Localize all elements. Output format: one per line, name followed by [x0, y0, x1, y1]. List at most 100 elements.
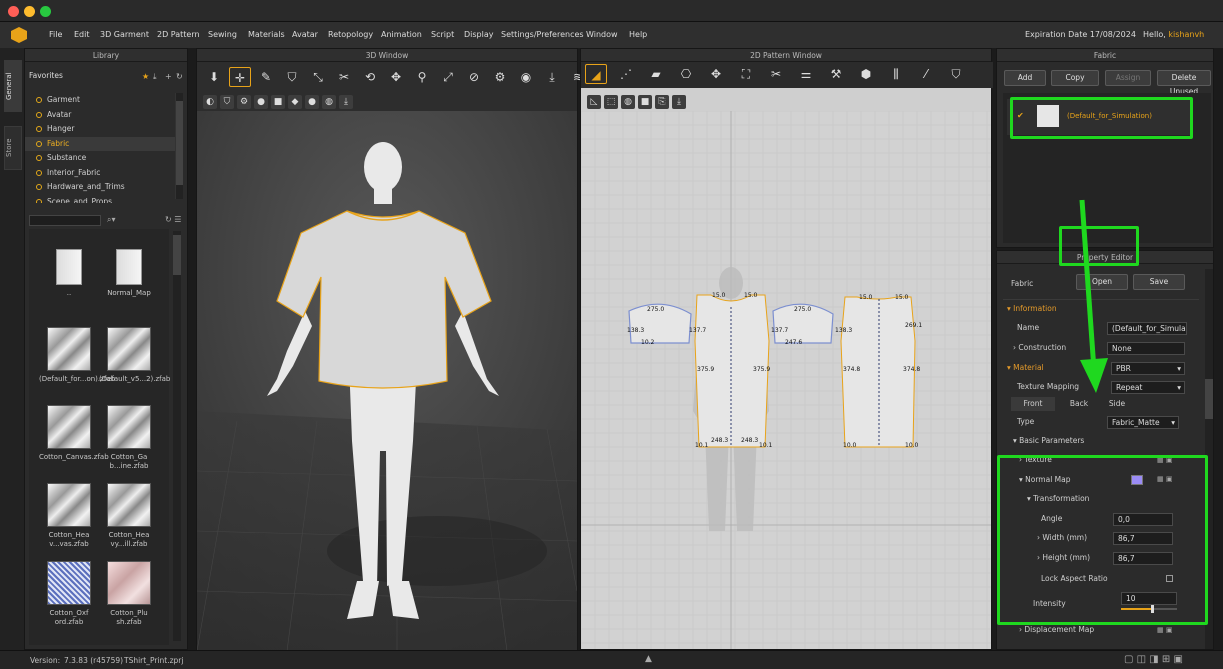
menu-window[interactable]: Window	[586, 22, 618, 48]
2d-tool-9-icon[interactable]: ⬢	[855, 64, 877, 84]
2d-tool-1-icon[interactable]: ⋰	[615, 64, 637, 84]
3d-sub-tool-3-icon[interactable]: ●	[254, 95, 268, 109]
2d-sub-tool-1-icon[interactable]: ⬚	[604, 95, 618, 109]
menu-2d-pattern[interactable]: 2D Pattern	[157, 22, 200, 48]
favorite-star-icon[interactable]: ★	[142, 72, 149, 81]
3d-sub-tool-1-icon[interactable]: ⛉	[220, 95, 234, 109]
layout-icons[interactable]: ▢ ◫ ◨ ⊞ ▣	[1124, 654, 1183, 665]
assign-button[interactable]: Assign	[1105, 70, 1151, 86]
3d-tool-5-icon[interactable]: ✂	[333, 67, 355, 87]
menu-3d-garment[interactable]: 3D Garment	[100, 22, 149, 48]
files-scrollbar[interactable]	[173, 231, 181, 641]
3d-tool-4-icon[interactable]: ⤡	[307, 67, 329, 87]
download-icon[interactable]: ⤓	[153, 72, 157, 82]
library-file-item[interactable]: Cotton_Hea v...vas.zfab	[39, 483, 99, 549]
construction-row[interactable]: › Construction	[1013, 338, 1066, 357]
menu-display[interactable]: Display	[464, 22, 494, 48]
2d-tool-6-icon[interactable]: ✂	[765, 64, 787, 84]
3d-tool-7-icon[interactable]: ✥	[385, 67, 407, 87]
library-file-item[interactable]: Normal_Map	[99, 249, 159, 298]
username[interactable]: kishanvh	[1168, 30, 1204, 39]
2d-tool-2-icon[interactable]: ▰	[645, 64, 667, 84]
viewport-3d[interactable]	[197, 111, 577, 651]
delete-unused-button[interactable]: Delete Unused	[1157, 70, 1211, 96]
2d-sub-tool-5-icon[interactable]: ⤓	[672, 95, 686, 109]
3d-tool-2-icon[interactable]: ✎	[255, 67, 277, 87]
copy-button[interactable]: Copy	[1051, 70, 1099, 86]
library-file-item[interactable]: Cotton_Hea vy...ill.zfab	[99, 483, 159, 549]
material-section[interactable]: ▾ Material	[1007, 358, 1044, 377]
tab-front[interactable]: Front	[1011, 397, 1055, 411]
tree-item-fabric[interactable]: Fabric	[25, 136, 175, 151]
menu-settings-preferences[interactable]: Settings/Preferences	[501, 22, 584, 48]
2d-sub-tool-2-icon[interactable]: ◍	[621, 95, 635, 109]
tab-side[interactable]: Side	[1095, 397, 1139, 411]
tree-item-scene-and-props[interactable]: Scene_and_Props	[25, 195, 175, 203]
3d-tool-1-icon[interactable]: ✛	[229, 67, 251, 87]
material-type-select[interactable]: PBR ▾	[1111, 362, 1185, 375]
minimize-window-button[interactable]	[24, 6, 35, 17]
refresh-list-icon[interactable]: ↻ ☰	[165, 215, 181, 224]
3d-sub-tool-8-icon[interactable]: ⤓	[339, 95, 353, 109]
2d-tool-12-icon[interactable]: ⛉	[945, 64, 967, 84]
menu-help[interactable]: Help	[629, 22, 647, 48]
2d-tool-8-icon[interactable]: ⚒	[825, 64, 847, 84]
library-file-item[interactable]: ..	[39, 249, 99, 298]
search-icon[interactable]: ⌕▾	[107, 215, 116, 225]
expand-up-icon[interactable]: ▲	[645, 654, 652, 664]
library-file-item[interactable]: Cotton_Oxf ord.zfab	[39, 561, 99, 627]
menu-edit[interactable]: Edit	[74, 22, 90, 48]
3d-tool-6-icon[interactable]: ⟲	[359, 67, 381, 87]
2d-sub-tool-4-icon[interactable]: ⎘	[655, 95, 669, 109]
type-select[interactable]: Fabric_Matte ▾	[1107, 416, 1179, 429]
3d-tool-3-icon[interactable]: ⛉	[281, 67, 303, 87]
3d-sub-tool-4-icon[interactable]: ■	[271, 95, 285, 109]
library-file-item[interactable]: Cotton_Ga b...ine.zfab	[99, 405, 159, 471]
3d-tool-9-icon[interactable]: ⤢	[437, 67, 459, 87]
name-field[interactable]: (Default_for_Simulation)	[1107, 322, 1187, 335]
tree-item-avatar[interactable]: Avatar	[25, 108, 175, 123]
texture-mapping-select[interactable]: Repeat ▾	[1111, 381, 1185, 394]
add-button[interactable]: Add	[1004, 70, 1046, 86]
menu-materials[interactable]: Materials	[248, 22, 285, 48]
information-section[interactable]: ▾ Information	[1007, 299, 1057, 318]
displacement-icons[interactable]: ▦ ▣	[1157, 626, 1172, 634]
3d-tool-12-icon[interactable]: ◉	[515, 67, 537, 87]
library-file-item[interactable]: (Default_for...on).zfab	[39, 327, 115, 384]
library-search-input[interactable]	[29, 215, 101, 226]
maximize-window-button[interactable]	[40, 6, 51, 17]
3d-tool-11-icon[interactable]: ⚙	[489, 67, 511, 87]
viewport-2d[interactable]: 275.0 15.0 15.0 275.0 15.0 15.0 138.3 137.7 137.…	[581, 111, 991, 649]
3d-tool-0-icon[interactable]: ⬇	[203, 67, 225, 87]
2d-tool-0-icon[interactable]: ◢	[585, 64, 607, 84]
2d-sub-tool-0-icon[interactable]: ◺	[587, 95, 601, 109]
menu-retopology[interactable]: Retopology	[328, 22, 373, 48]
menu-script[interactable]: Script	[431, 22, 454, 48]
library-file-item[interactable]: Cotton_Plu sh.zfab	[99, 561, 159, 627]
menu-sewing[interactable]: Sewing	[208, 22, 237, 48]
menu-animation[interactable]: Animation	[381, 22, 422, 48]
tree-item-substance[interactable]: Substance	[25, 151, 175, 166]
menu-avatar[interactable]: Avatar	[292, 22, 318, 48]
2d-tool-11-icon[interactable]: ⁄	[915, 64, 937, 84]
tree-item-hardware-and-trims[interactable]: Hardware_and_Trims	[25, 180, 175, 195]
refresh-icon[interactable]: ↻	[176, 72, 183, 81]
2d-tool-5-icon[interactable]: ⛶	[735, 64, 757, 84]
2d-tool-4-icon[interactable]: ✥	[705, 64, 727, 84]
2d-tool-3-icon[interactable]: ⎔	[675, 64, 697, 84]
basic-parameters-row[interactable]: ▾ Basic Parameters	[1013, 431, 1084, 450]
tree-item-hanger[interactable]: Hanger	[25, 122, 175, 137]
2d-sub-tool-3-icon[interactable]: ■	[638, 95, 652, 109]
close-window-button[interactable]	[8, 6, 19, 17]
library-file-item[interactable]: Cotton_Canvas.zfab	[39, 405, 109, 462]
3d-sub-tool-5-icon[interactable]: ◆	[288, 95, 302, 109]
3d-tool-10-icon[interactable]: ⊘	[463, 67, 485, 87]
add-folder-icon[interactable]: +	[165, 72, 172, 81]
tree-scrollbar[interactable]	[175, 93, 183, 199]
2d-tool-10-icon[interactable]: ⫼	[885, 64, 907, 84]
3d-tool-8-icon[interactable]: ⚲	[411, 67, 433, 87]
tree-item-garment[interactable]: Garment	[25, 93, 175, 108]
tab-general[interactable]: General	[4, 60, 22, 112]
2d-tool-7-icon[interactable]: ⚌	[795, 64, 817, 84]
menu-file[interactable]: File	[49, 22, 62, 48]
